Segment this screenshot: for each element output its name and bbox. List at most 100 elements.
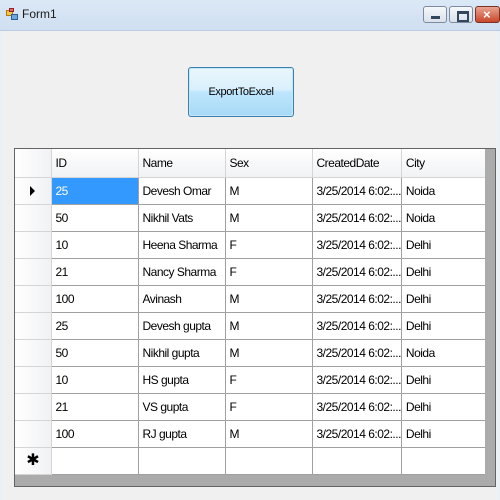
table-row[interactable]: 50 Nikhil Vats M 3/25/2014 6:02:... Noid… <box>15 204 489 232</box>
close-button[interactable]: × <box>475 6 500 23</box>
cell-id[interactable]: 50 <box>51 204 139 232</box>
cell-id[interactable]: 21 <box>51 393 139 421</box>
cell-city[interactable]: Delhi <box>401 366 489 394</box>
cell-name[interactable]: Nikhil gupta <box>138 339 226 367</box>
cell-city[interactable]: Delhi <box>401 420 489 448</box>
row-header[interactable] <box>15 393 52 421</box>
cell-createddate[interactable]: 3/25/2014 6:02:... <box>312 420 402 448</box>
table-row[interactable]: 21 VS gupta F 3/25/2014 6:02:... Delhi <box>15 393 489 421</box>
minimize-button[interactable] <box>423 6 447 23</box>
row-header[interactable] <box>15 231 52 259</box>
header-row: ID Name Sex CreatedDate City <box>15 149 489 178</box>
cell-name[interactable]: Devesh Omar <box>138 177 226 205</box>
table-row[interactable]: 50 Nikhil gupta M 3/25/2014 6:02:... Noi… <box>15 339 489 367</box>
top-left-header-cell[interactable] <box>15 149 52 178</box>
new-row-header[interactable]: ✱ <box>15 447 52 475</box>
cell-createddate[interactable]: 3/25/2014 6:02:... <box>312 258 402 286</box>
data-grid-view[interactable]: ID Name Sex CreatedDate City 25 Devesh O… <box>14 148 496 487</box>
cell-city[interactable]: Delhi <box>401 393 489 421</box>
new-cell-name[interactable] <box>138 447 226 475</box>
cell-createddate[interactable]: 3/25/2014 6:02:... <box>312 366 402 394</box>
close-icon: × <box>483 7 491 22</box>
table-row[interactable]: 100 RJ gupta M 3/25/2014 6:02:... Delhi <box>15 420 489 448</box>
row-header[interactable] <box>15 177 52 205</box>
cell-createddate[interactable]: 3/25/2014 6:02:... <box>312 204 402 232</box>
new-cell-sex[interactable] <box>225 447 313 475</box>
cell-id[interactable]: 100 <box>51 285 139 313</box>
cell-city[interactable]: Noida <box>401 339 489 367</box>
cell-name[interactable]: Devesh gupta <box>138 312 226 340</box>
export-to-excel-button[interactable]: ExportToExcel <box>188 67 294 117</box>
column-header-createddate[interactable]: CreatedDate <box>312 149 402 178</box>
cell-createddate[interactable]: 3/25/2014 6:02:... <box>312 312 402 340</box>
cell-sex[interactable]: M <box>225 285 313 313</box>
cell-createddate[interactable]: 3/25/2014 6:02:... <box>312 285 402 313</box>
cell-id[interactable]: 25 <box>51 177 139 205</box>
cell-city[interactable]: Noida <box>401 204 489 232</box>
new-cell-createddate[interactable] <box>312 447 402 475</box>
cell-name[interactable]: VS gupta <box>138 393 226 421</box>
cell-createddate[interactable]: 3/25/2014 6:02:... <box>312 339 402 367</box>
row-header[interactable] <box>15 366 52 394</box>
table-row[interactable]: 25 Devesh Omar M 3/25/2014 6:02:... Noid… <box>15 177 489 205</box>
cell-id[interactable]: 50 <box>51 339 139 367</box>
row-header[interactable] <box>15 312 52 340</box>
cell-id[interactable]: 25 <box>51 312 139 340</box>
cell-sex[interactable]: M <box>225 420 313 448</box>
table-row[interactable]: 21 Nancy Sharma F 3/25/2014 6:02:... Del… <box>15 258 489 286</box>
form-client-area: ExportToExcel ID Name Sex CreatedDate Ci… <box>2 31 498 500</box>
cell-id[interactable]: 100 <box>51 420 139 448</box>
cell-sex[interactable]: M <box>225 177 313 205</box>
cell-createddate[interactable]: 3/25/2014 6:02:... <box>312 231 402 259</box>
row-header[interactable] <box>15 204 52 232</box>
column-header-sex[interactable]: Sex <box>225 149 313 178</box>
row-header[interactable] <box>15 420 52 448</box>
cell-city[interactable]: Delhi <box>401 285 489 313</box>
new-cell-id[interactable] <box>51 447 139 475</box>
cell-city[interactable]: Delhi <box>401 231 489 259</box>
table-row[interactable]: 10 HS gupta F 3/25/2014 6:02:... Delhi <box>15 366 489 394</box>
cell-sex[interactable]: F <box>225 393 313 421</box>
cell-name[interactable]: RJ gupta <box>138 420 226 448</box>
column-header-id[interactable]: ID <box>51 149 139 178</box>
app-icon <box>6 8 19 21</box>
cell-id[interactable]: 10 <box>51 231 139 259</box>
cell-name[interactable]: Nikhil Vats <box>138 204 226 232</box>
cell-sex[interactable]: M <box>225 204 313 232</box>
arrow-right-icon <box>30 186 36 197</box>
cell-sex[interactable]: F <box>225 258 313 286</box>
cell-city[interactable]: Delhi <box>401 312 489 340</box>
cell-createddate[interactable]: 3/25/2014 6:02:... <box>312 393 402 421</box>
form1-window: Form1 × ExportToExcel ID Name Sex Create… <box>0 0 500 500</box>
cell-city[interactable]: Delhi <box>401 258 489 286</box>
cell-name[interactable]: Heena Sharma <box>138 231 226 259</box>
new-row-marker-icon: ✱ <box>26 451 40 469</box>
cell-id[interactable]: 10 <box>51 366 139 394</box>
column-header-city[interactable]: City <box>401 149 489 178</box>
cell-sex[interactable]: F <box>225 231 313 259</box>
new-cell-city[interactable] <box>401 447 489 475</box>
cell-sex[interactable]: M <box>225 339 313 367</box>
grid-table: ID Name Sex CreatedDate City 25 Devesh O… <box>15 149 489 475</box>
cell-sex[interactable]: F <box>225 366 313 394</box>
cell-sex[interactable]: M <box>225 312 313 340</box>
table-row[interactable]: 25 Devesh gupta M 3/25/2014 6:02:... Del… <box>15 312 489 340</box>
maximize-button[interactable] <box>449 6 473 23</box>
row-header[interactable] <box>15 285 52 313</box>
table-row[interactable]: 10 Heena Sharma F 3/25/2014 6:02:... Del… <box>15 231 489 259</box>
cell-id[interactable]: 21 <box>51 258 139 286</box>
row-header[interactable] <box>15 339 52 367</box>
row-header[interactable] <box>15 258 52 286</box>
column-header-name[interactable]: Name <box>138 149 226 178</box>
cell-name[interactable]: HS gupta <box>138 366 226 394</box>
grid-right-edge <box>485 149 495 486</box>
title-bar[interactable]: Form1 × <box>0 0 500 31</box>
cell-name[interactable]: Nancy Sharma <box>138 258 226 286</box>
table-row[interactable]: 100 Avinash M 3/25/2014 6:02:... Delhi <box>15 285 489 313</box>
cell-city[interactable]: Noida <box>401 177 489 205</box>
cell-createddate[interactable]: 3/25/2014 6:02:... <box>312 177 402 205</box>
window-title: Form1 <box>22 7 57 21</box>
new-row[interactable]: ✱ <box>15 447 489 475</box>
maximize-icon <box>457 11 469 22</box>
cell-name[interactable]: Avinash <box>138 285 226 313</box>
